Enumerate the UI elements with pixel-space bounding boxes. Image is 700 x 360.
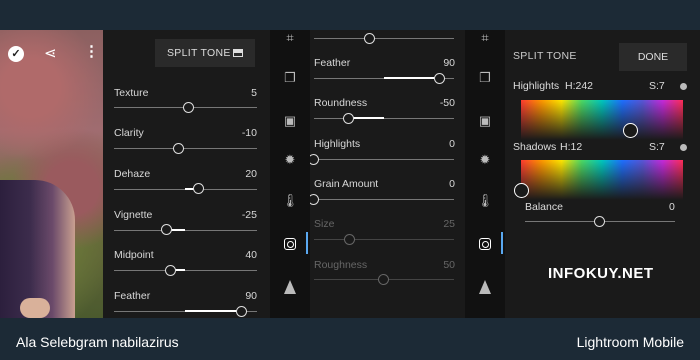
slider-value-roughness: 50 <box>443 259 455 271</box>
highlights-sat: S:7 <box>649 80 665 92</box>
slider-knob-midpoint[interactable] <box>165 265 176 276</box>
slider-knob-texture[interactable] <box>183 102 194 113</box>
triangle-icon[interactable] <box>479 280 499 294</box>
share-icon[interactable]: ⋖ <box>44 44 57 62</box>
slider-label-grain-amount: Grain Amount <box>314 178 379 190</box>
vignette-effects-icon[interactable] <box>479 238 499 250</box>
caption-right: Lightroom Mobile <box>576 334 684 350</box>
caption-left: Ala Selebgram nabilazirus <box>16 334 179 350</box>
triangle-icon[interactable] <box>284 280 304 294</box>
slider-track-top[interactable] <box>314 38 454 39</box>
shadows-reset-dot[interactable] <box>680 144 687 151</box>
effects-sliders: Texture 5 Clarity -10 Dehaze 20 Vignette… <box>103 30 270 318</box>
slider-track-size <box>314 239 454 240</box>
slider-value-feather: 90 <box>245 290 257 302</box>
slider-knob-size <box>344 234 355 245</box>
slider-knob-clarity[interactable] <box>173 143 184 154</box>
slider-value-roundness: -50 <box>439 97 455 109</box>
more-icon[interactable]: ⋮ <box>84 42 99 60</box>
slider-fill-feather <box>185 310 241 312</box>
slider-value-texture: 5 <box>251 87 257 99</box>
light-icon[interactable]: ✹ <box>280 152 300 168</box>
slider-track-roundness[interactable] <box>314 118 454 119</box>
highlights-hue: H:242 <box>565 80 594 92</box>
light-icon[interactable]: ✹ <box>475 152 495 168</box>
slider-value-vignette: -25 <box>241 209 257 221</box>
slider-label-texture: Texture <box>114 87 149 99</box>
temperature-icon[interactable]: 🌡︎ <box>475 193 495 209</box>
highlights-label: Highlights <box>513 80 560 92</box>
active-tool-indicator <box>306 232 308 254</box>
slider-label-vignette: Vignette <box>114 209 153 221</box>
lightroom-panel-middle: Feather 90 Roundness -50 Highlights 0 Gr… <box>310 30 465 318</box>
active-tool-indicator <box>501 232 503 254</box>
tool-rail-middle: ⌗ ❐ ▣ ✹ 🌡︎ <box>465 30 505 318</box>
slider-track-clarity[interactable] <box>114 148 257 149</box>
shadows-label: Shadows <box>513 141 557 153</box>
slider-knob-top[interactable] <box>364 33 375 44</box>
slider-knob-vignette[interactable] <box>161 224 172 235</box>
slider-label-feather: Feather <box>114 290 151 302</box>
slider-label-feather-2: Feather <box>314 57 351 69</box>
slider-label-dehaze: Dehaze <box>114 168 151 180</box>
slider-knob-dehaze[interactable] <box>193 183 204 194</box>
presets-icon[interactable]: ❐ <box>475 70 495 86</box>
tool-rail-left: ⌗ ❐ ▣ ✹ 🌡︎ <box>270 30 310 318</box>
slider-label-roughness: Roughness <box>314 259 368 271</box>
slider-knob-feather-2[interactable] <box>434 73 445 84</box>
slider-label-midpoint: Midpoint <box>114 249 154 261</box>
watermark: INFOKUY.NET <box>548 265 654 282</box>
slider-value-dehaze: 20 <box>245 168 257 180</box>
slider-knob-roundness[interactable] <box>343 113 354 124</box>
slider-value-grain-amount: 0 <box>449 178 455 190</box>
vignette-effects-icon[interactable] <box>284 238 304 250</box>
photo-preview: ✓ ⋖ ⋮ <box>0 30 103 318</box>
slider-value-midpoint: 40 <box>245 249 257 261</box>
subject-hand <box>20 298 50 318</box>
lightroom-panel-left: ✓ ⋖ ⋮ Texture 5 Clarity -10 Dehaze 20 Vi… <box>0 30 310 318</box>
slider-knob-grain-amount[interactable] <box>310 194 319 205</box>
slider-fill-feather-2 <box>384 77 436 79</box>
crop-icon[interactable]: ⌗ <box>280 30 300 46</box>
slider-knob-feather[interactable] <box>236 306 247 317</box>
temperature-icon[interactable]: 🌡︎ <box>280 193 300 209</box>
highlights-color-knob[interactable] <box>623 123 638 138</box>
photo-adjust-icon[interactable]: ▣ <box>475 113 495 129</box>
highlights-reset-dot[interactable] <box>680 83 687 90</box>
shadows-hue: H:12 <box>560 141 583 153</box>
crop-icon[interactable]: ⌗ <box>475 30 495 46</box>
slider-label-size: Size <box>314 218 335 230</box>
slider-track-midpoint[interactable] <box>114 270 257 271</box>
slider-value-highlights: 0 <box>449 138 455 150</box>
balance-slider-knob[interactable] <box>594 216 605 227</box>
slider-track-grain-amount[interactable] <box>314 199 454 200</box>
balance-label: Balance <box>525 201 563 213</box>
slider-fill-roundness <box>350 117 384 119</box>
slider-track-highlights[interactable] <box>314 159 454 160</box>
shadows-color-knob[interactable] <box>514 183 529 198</box>
slider-label-highlights: Highlights <box>314 138 361 150</box>
slider-knob-roughness <box>378 274 389 285</box>
slider-label-roundness: Roundness <box>314 97 368 109</box>
shadows-color-spectrum[interactable] <box>521 160 683 200</box>
done-button[interactable]: DONE <box>619 43 687 71</box>
slider-track-vignette[interactable] <box>114 230 257 231</box>
photo-adjust-icon[interactable]: ▣ <box>280 113 300 129</box>
split-tone-title: SPLIT TONE <box>513 50 577 62</box>
split-tone-icon <box>233 49 243 57</box>
slider-knob-highlights[interactable] <box>310 154 319 165</box>
slider-value-clarity: -10 <box>241 127 257 139</box>
split-tone-button[interactable]: SPLIT TONE <box>155 39 255 67</box>
presets-icon[interactable]: ❐ <box>280 70 300 86</box>
shadows-sat: S:7 <box>649 141 665 153</box>
slider-value-feather-2: 90 <box>443 57 455 69</box>
slider-label-clarity: Clarity <box>114 127 144 139</box>
check-icon[interactable]: ✓ <box>8 46 24 62</box>
balance-value: 0 <box>669 201 675 213</box>
slider-value-size: 25 <box>443 218 455 230</box>
highlights-color-spectrum[interactable] <box>521 100 683 140</box>
split-tone-label: SPLIT TONE <box>167 47 231 59</box>
